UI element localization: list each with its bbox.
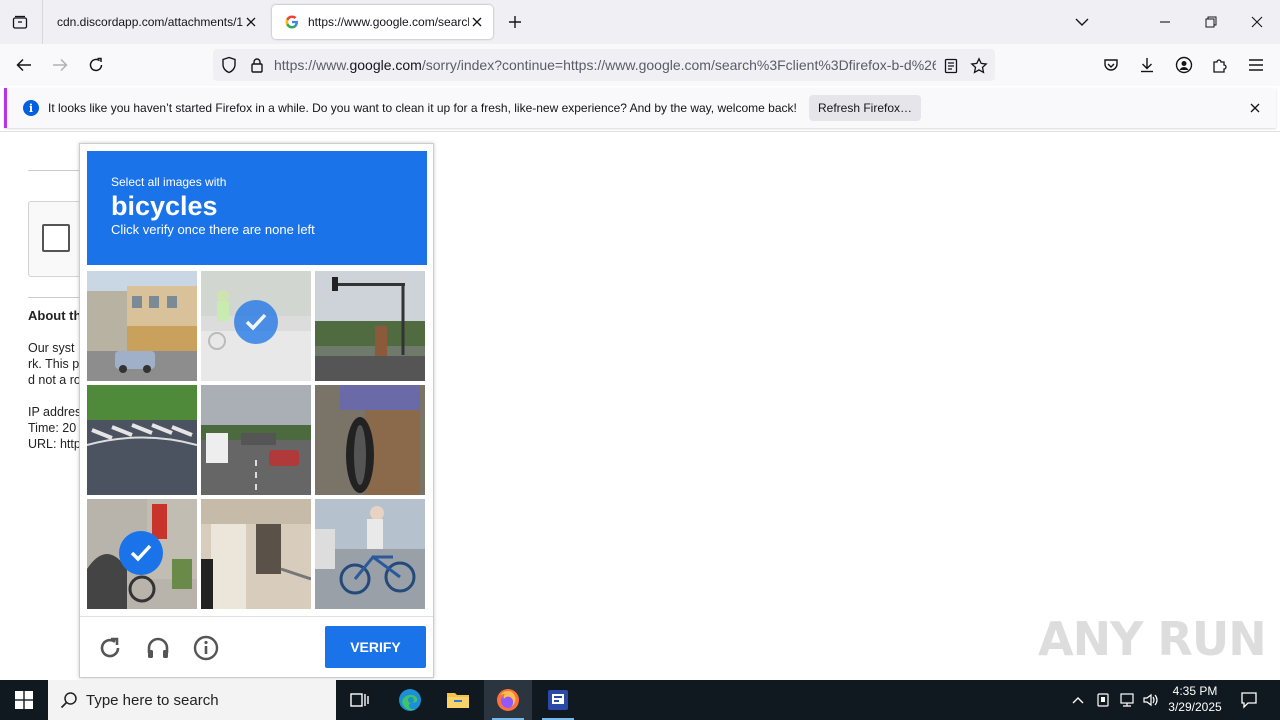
time-label: Time: 20 (28, 421, 77, 435)
tile-person-on-bicycle[interactable] (315, 499, 425, 609)
forward-arrow-icon[interactable] (47, 52, 73, 78)
tab-google-search[interactable]: https://www.google.com/search (272, 5, 493, 39)
firefox-taskbar-icon[interactable] (484, 680, 532, 720)
audio-challenge-headphones-icon[interactable] (143, 633, 173, 663)
task-view-icon[interactable] (336, 680, 384, 720)
file-explorer-icon[interactable] (434, 680, 482, 720)
search-placeholder: Type here to search (86, 691, 219, 709)
instruction-small: Select all images with (111, 175, 227, 189)
edge-browser-icon[interactable] (386, 680, 434, 720)
tab-discord-attachment[interactable]: cdn.discordapp.com/attachments/1 (45, 5, 267, 39)
tile-traffic-light[interactable] (315, 271, 425, 381)
lock-icon[interactable] (247, 55, 267, 75)
close-notification-icon[interactable] (1247, 100, 1263, 116)
about-text-line: rk. This p (28, 357, 80, 371)
instruction-sub: Click verify once there are none left (111, 222, 315, 237)
bookmark-star-icon[interactable] (968, 55, 990, 77)
hamburger-menu-icon[interactable] (1243, 52, 1269, 78)
pocket-icon[interactable] (1098, 52, 1124, 78)
about-text-line: d not a ro (28, 373, 80, 387)
new-tab-plus-icon[interactable] (503, 10, 527, 34)
close-tab-icon[interactable] (469, 14, 485, 30)
selected-check-icon (234, 300, 278, 344)
url-path: /sorry/index?continue=https://www.google… (421, 57, 936, 73)
tab-separator (42, 0, 43, 44)
ip-address-label: IP addres (28, 405, 80, 419)
back-arrow-icon[interactable] (11, 52, 37, 78)
windows-start-icon[interactable] (0, 680, 48, 720)
extensions-puzzle-icon[interactable] (1207, 52, 1233, 78)
url-label: URL: http (28, 437, 80, 451)
tile-road-crosswalk[interactable] (87, 385, 197, 495)
clock-date: 3/29/2025 (1168, 700, 1222, 714)
chevron-down-icon[interactable] (1070, 10, 1094, 34)
refresh-firefox-notification: i It looks like you haven’t started Fire… (4, 88, 1276, 128)
tab-title: https://www.google.com/search (308, 15, 469, 29)
tab-strip: cdn.discordapp.com/attachments/1 https:/… (0, 0, 1280, 44)
volume-icon[interactable] (1140, 680, 1162, 720)
tile-bike-wheel-closeup[interactable] (315, 385, 425, 495)
minimize-icon[interactable] (1151, 8, 1179, 36)
info-icon: i (23, 100, 39, 116)
url-prefix: https://www. (274, 57, 350, 73)
taskbar-search-box[interactable]: Type here to search (48, 680, 336, 720)
restore-icon[interactable] (1197, 8, 1225, 36)
tracking-protection-shield-icon[interactable] (219, 55, 239, 75)
address-bar[interactable]: https://www.google.com/sorry/index?conti… (213, 49, 995, 81)
reload-challenge-icon[interactable] (95, 633, 125, 663)
tab-list-icon[interactable] (8, 10, 32, 34)
download-icon[interactable] (1134, 52, 1160, 78)
chevron-up-icon[interactable] (1068, 680, 1088, 720)
info-help-icon[interactable] (191, 633, 221, 663)
image-grid (87, 271, 427, 611)
device-tray-icon[interactable] (1092, 680, 1114, 720)
close-window-icon[interactable] (1243, 8, 1271, 36)
action-center-icon[interactable] (1234, 680, 1264, 720)
notification-message: It looks like you haven’t started Firefo… (48, 101, 797, 115)
about-heading: About th (28, 308, 80, 323)
recaptcha-checkbox[interactable] (42, 224, 70, 252)
refresh-firefox-button[interactable]: Refresh Firefox… (809, 95, 921, 121)
challenge-header: Select all images with bicycles Click ve… (87, 151, 427, 265)
app-taskbar-icon[interactable] (534, 680, 582, 720)
reload-icon[interactable] (83, 52, 109, 78)
clock-time: 4:35 PM (1172, 684, 1218, 698)
url-text[interactable]: https://www.google.com/sorry/index?conti… (274, 57, 936, 73)
selected-check-icon (119, 531, 163, 575)
anyrun-watermark: ANY RUN (1038, 612, 1267, 666)
content-divider (0, 131, 1280, 132)
recaptcha-challenge: Select all images with bicycles Click ve… (79, 143, 434, 678)
about-text-line: Our syst (28, 341, 75, 355)
windows-taskbar: Type here to search 4:35 PM 3/29/2025 (0, 680, 1280, 720)
close-tab-icon[interactable] (243, 14, 259, 30)
tile-parked-bikes[interactable] (87, 499, 197, 609)
account-icon[interactable] (1171, 52, 1197, 78)
network-icon[interactable] (1116, 680, 1138, 720)
tab-title: cdn.discordapp.com/attachments/1 (57, 15, 243, 29)
google-favicon-icon (284, 14, 300, 30)
reader-view-icon[interactable] (940, 55, 962, 77)
challenge-target: bicycles (111, 191, 218, 221)
tile-highway-trucks[interactable] (201, 385, 311, 495)
verify-button[interactable]: VERIFY (325, 626, 426, 668)
navigation-toolbar: https://www.google.com/sorry/index?conti… (0, 44, 1280, 86)
tile-cyclist[interactable] (201, 271, 311, 381)
tile-building-entrance[interactable] (201, 499, 311, 609)
tile-storefront-street[interactable] (87, 271, 197, 381)
search-icon (60, 691, 78, 709)
footer-divider (80, 616, 433, 617)
system-clock[interactable]: 4:35 PM 3/29/2025 (1160, 683, 1230, 715)
url-domain: google.com (349, 57, 422, 73)
